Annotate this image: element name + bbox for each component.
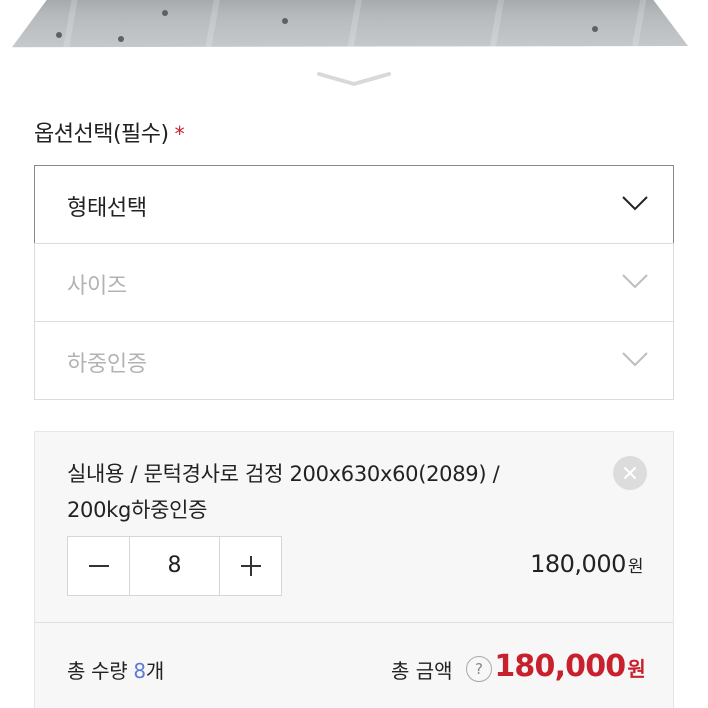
- chevron-down-icon: [622, 352, 648, 367]
- total-amount: 180,000 원: [494, 649, 645, 684]
- item-price: 180,000 원: [530, 550, 643, 578]
- select-size-label: 사이즈: [67, 274, 127, 299]
- total-amount-currency: 원: [627, 657, 645, 681]
- select-shape-label: 형태선택: [67, 196, 147, 221]
- item-name-line1: 실내용 / 문턱경사로 검정 200x630x60(2089) /: [67, 462, 500, 486]
- option-title-text: 옵션선택(필수): [34, 122, 169, 147]
- chevron-down-icon: [622, 274, 648, 289]
- select-shape[interactable]: 형태선택: [34, 165, 674, 244]
- total-amount-value: 180,000: [494, 649, 626, 684]
- select-size[interactable]: 사이즈: [34, 243, 674, 322]
- decrease-quantity-button[interactable]: [68, 537, 130, 595]
- chevron-down-icon: [622, 196, 648, 211]
- remove-item-button[interactable]: [613, 456, 647, 490]
- total-amount-label: 총 금액: [391, 659, 453, 683]
- selected-item-box: 실내용 / 문턱경사로 검정 200x630x60(2089) / 200kg하…: [34, 431, 674, 708]
- required-mark: *: [174, 122, 185, 146]
- quantity-stepper: 8: [67, 536, 282, 596]
- minus-icon: [89, 565, 109, 567]
- total-quantity-value: 8: [133, 659, 146, 683]
- product-photo: [12, 0, 688, 48]
- collapse-handle[interactable]: [315, 70, 393, 88]
- item-price-currency: 원: [627, 557, 644, 577]
- option-section-title: 옵션선택(필수) *: [34, 116, 185, 148]
- total-summary: 총 수량 8개 총 금액 ? 180,000 원: [35, 622, 673, 708]
- increase-quantity-button[interactable]: [219, 537, 281, 595]
- help-icon[interactable]: ?: [466, 656, 492, 682]
- item-name-line2: 200kg하중인증: [67, 498, 208, 522]
- quantity-input[interactable]: 8: [130, 537, 219, 595]
- select-load-cert[interactable]: 하중인증: [34, 321, 674, 400]
- select-load-cert-label: 하중인증: [67, 352, 147, 377]
- total-quantity-unit: 개: [145, 659, 164, 683]
- chevron-down-icon: [317, 72, 391, 86]
- total-quantity-label: 총 수량: [67, 659, 128, 683]
- total-quantity: 총 수량 8개: [67, 655, 164, 684]
- selected-item-name: 실내용 / 문턱경사로 검정 200x630x60(2089) / 200kg하…: [67, 456, 587, 528]
- plus-icon: [241, 556, 261, 576]
- item-price-value: 180,000: [530, 550, 626, 578]
- option-sheet: 옵션선택(필수) * 형태선택 사이즈 하중인증 실내용 / 문턱경사로 검정 2…: [0, 50, 708, 708]
- close-icon: [624, 467, 636, 479]
